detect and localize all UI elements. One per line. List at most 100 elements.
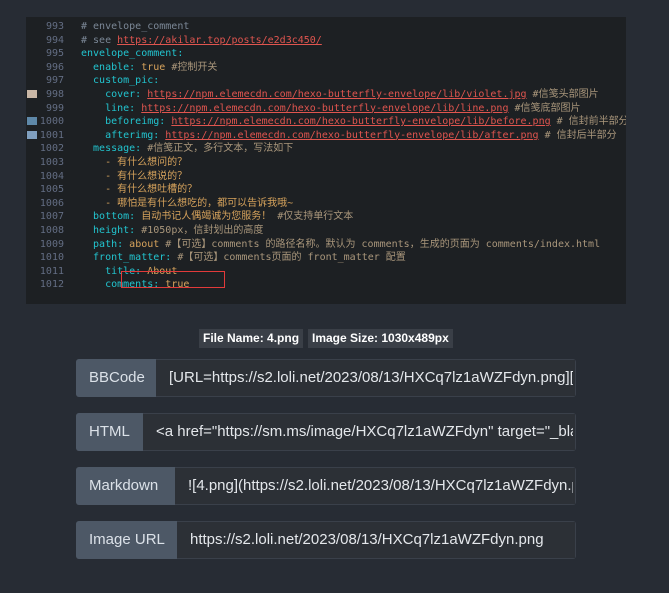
code-text: # see https://akilar.top/posts/e2d3c450/: [81, 34, 322, 47]
code-editor-screenshot: 993 # envelope_comment 994 # see https://ak…: [26, 17, 626, 304]
code-token: https://akilar.top/posts/e2d3c450/: [117, 34, 322, 46]
code-text: enable: true #控制开关: [81, 61, 217, 74]
code-token: #1050px，信封划出的高度: [141, 225, 264, 236]
line-number: 1007: [39, 211, 64, 223]
code-token: front_matter:: [81, 252, 178, 264]
line-number: 1011: [39, 265, 64, 277]
line-number: 998: [45, 89, 64, 100]
code-text: front_matter: #【可选】comments页面的 front_mat…: [81, 251, 406, 264]
image-url-link-row: Image URL: [76, 521, 576, 559]
code-token: cover:: [81, 89, 148, 100]
code-text: - 有什么想说的？: [81, 170, 187, 183]
image-url-input[interactable]: [177, 522, 575, 558]
code-line: 994 # see https://akilar.top/posts/e2d3c4…: [26, 34, 626, 47]
code-text: envelope_comment:: [81, 47, 183, 60]
line-number: 1000: [39, 116, 64, 128]
line-number: 1008: [39, 225, 64, 236]
code-token: https://npm.elemecdn.com/hexo-butterfly-…: [147, 89, 527, 100]
line-number: 1012: [39, 279, 64, 291]
line-number: 1006: [39, 197, 64, 209]
html-input[interactable]: [143, 414, 575, 450]
line-number: 994: [45, 34, 64, 46]
image-url-label: Image URL: [76, 521, 177, 559]
code-token: #仅支持单行文本: [271, 211, 354, 223]
line-number: 999: [45, 102, 64, 114]
code-text: # envelope_comment: [81, 20, 189, 33]
code-token: - 哪怕是有什么想吃的，都可以告诉我哦~: [81, 197, 294, 209]
bbcode-link-row: BBCode: [76, 359, 576, 397]
line-number: 995: [45, 48, 64, 60]
code-token: - 有什么想吐槽的？: [81, 184, 198, 196]
code-line: 1005 - 有什么想吐槽的？: [26, 183, 626, 196]
line-number: 1002: [39, 143, 64, 155]
bbcode-label: BBCode: [76, 359, 156, 397]
code-line: 996 enable: true #控制开关: [26, 61, 626, 74]
code-text: message: #信笺正文，多行文本，写法如下: [81, 142, 293, 155]
code-line: 1001 afterimg: https://npm.elemecdn.com/…: [26, 129, 626, 142]
code-line: 1000 beforeimg: https://npm.elemecdn.com…: [26, 115, 626, 128]
code-text: line: https://npm.elemecdn.com/hexo-butt…: [81, 102, 580, 115]
html-label: HTML: [76, 413, 143, 451]
line-number: 996: [45, 61, 64, 73]
code-token: custom_pic:: [81, 75, 160, 87]
code-line: 998 cover: https://npm.elemecdn.com/hexo…: [26, 88, 626, 101]
code-token: envelope_comment:: [81, 48, 184, 60]
code-line: 999 line: https://npm.elemecdn.com/hexo-…: [26, 102, 626, 115]
code-token: https://npm.elemecdn.com/hexo-butterfly-…: [171, 116, 551, 128]
code-token: https://npm.elemecdn.com/hexo-butterfly-…: [165, 129, 539, 141]
code-token: - 有什么想问的？: [81, 157, 188, 168]
line-number: 993: [45, 21, 64, 32]
code-text: - 有什么想吐槽的？: [81, 183, 197, 196]
code-token: height:: [81, 225, 142, 236]
code-token: afterimg:: [81, 129, 166, 141]
markdown-input[interactable]: [175, 468, 575, 504]
code-token: #信笺正文，多行文本，写法如下: [147, 143, 294, 155]
code-text: bottom: 自动书记人偶竭诚为您服务！ #仅支持单行文本: [81, 210, 353, 223]
markdown-label: Markdown: [76, 467, 175, 505]
image-size-label: Image Size: 1030x489px: [308, 329, 453, 348]
code-line: 1010 front_matter: #【可选】comments页面的 fron…: [26, 251, 626, 264]
html-link-row: HTML: [76, 413, 576, 451]
line-number: 1003: [39, 157, 64, 168]
line-number: 1005: [39, 184, 64, 196]
line-number: 1010: [39, 252, 64, 264]
code-token: true: [141, 61, 166, 73]
line-number: 1009: [39, 238, 64, 250]
code-line: 997 custom_pic:: [26, 74, 626, 87]
code-token: bottom:: [81, 211, 142, 223]
code-text: beforeimg: https://npm.elemecdn.com/hexo…: [81, 115, 626, 128]
highlight-box: [121, 271, 225, 288]
code-token: #【可选】comments 的路径名称。默认为 comments，生成的页面为 …: [159, 238, 601, 250]
code-line: 1006 - 哪怕是有什么想吃的，都可以告诉我哦~: [26, 197, 626, 210]
code-text: afterimg: https://npm.elemecdn.com/hexo-…: [81, 129, 617, 142]
code-text: custom_pic:: [81, 74, 159, 87]
code-token: enable:: [81, 61, 142, 73]
code-token: https://npm.elemecdn.com/hexo-butterfly-…: [141, 102, 509, 114]
line-number: 1001: [39, 129, 64, 141]
bbcode-input[interactable]: [156, 360, 575, 396]
code-token: line:: [81, 102, 142, 114]
code-token: 自动书记人偶竭诚为您服务！: [141, 211, 272, 223]
code-line: 1002 message: #信笺正文，多行文本，写法如下: [26, 142, 626, 155]
code-token: path:: [81, 238, 130, 250]
code-token: #【可选】comments页面的 front_matter 配置: [177, 252, 406, 264]
code-text: path: about #【可选】comments 的路径名称。默认为 comm…: [81, 238, 600, 251]
file-name-label: File Name: 4.png: [199, 329, 304, 348]
code-line: 1003 - 有什么想问的？: [26, 156, 626, 169]
code-token: message:: [81, 143, 148, 155]
code-token: - 有什么想说的？: [81, 170, 188, 182]
code-token: # envelope_comment: [81, 21, 190, 32]
code-token: #控制开关: [165, 61, 218, 73]
code-text: cover: https://npm.elemecdn.com/hexo-but…: [81, 88, 599, 101]
code-text: - 哪怕是有什么想吃的，都可以告诉我哦~: [81, 197, 293, 210]
code-line: 995 envelope_comment:: [26, 47, 626, 60]
code-line: 1007 bottom: 自动书记人偶竭诚为您服务！ #仅支持单行文本: [26, 210, 626, 223]
code-text: - 有什么想问的？: [81, 156, 187, 169]
code-token: # see: [81, 34, 118, 46]
code-line: 1012 comments: true: [26, 278, 626, 291]
code-line: 1004 - 有什么想说的？: [26, 170, 626, 183]
markdown-link-row: Markdown: [76, 467, 576, 505]
code-token: # 信封后半部分: [538, 129, 617, 141]
code-line: 993 # envelope_comment: [26, 20, 626, 33]
code-token: about: [129, 238, 160, 250]
